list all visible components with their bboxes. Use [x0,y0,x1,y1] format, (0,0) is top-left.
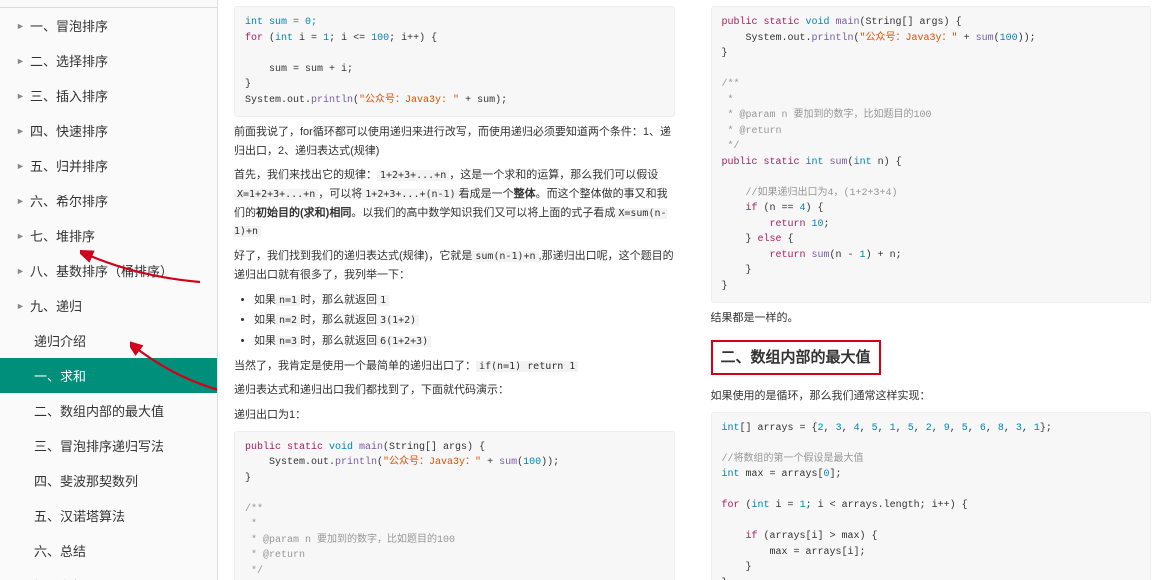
caret-right-icon: ► [16,301,26,311]
caret-right-icon: ► [16,231,26,241]
caret-right-icon: ► [16,266,26,276]
sidebar-item-label: 一、求和 [34,366,86,385]
paragraph: 递归表达式和递归出口我们都找到了，下面就代码演示： [234,381,675,400]
sidebar-subitem-6[interactable]: 六、总结 [0,533,217,568]
sidebar-item-3[interactable]: ► 四、快速排序 [0,113,217,148]
sidebar-item-label: 三、插入排序 [30,86,108,105]
paragraph: 前面我说了，for循环都可以使用递归来进行改写，而使用递归必须要知道两个条件：1… [234,123,675,160]
sidebar-item-label: 五、汉诺塔算法 [34,506,125,525]
content-col-left: int sum = 0; for (int i = 1; i <= 100; i… [226,0,683,580]
sidebar-item-label: 二、选择排序 [30,51,108,70]
bullet-list: 如果n=1时，那么就返回1 如果n=2时，那么就返回3(1+2) 如果n=3时，… [254,291,675,351]
sidebar-item-b0[interactable]: ►十、链表 [0,568,217,580]
sidebar-item-0[interactable]: ► 一、冒泡排序 [0,8,217,43]
sidebar-item-7[interactable]: ► 八、基数排序（桶排序） [0,253,217,288]
sidebar-item-label: 四、快速排序 [30,121,108,140]
code-block: int sum = 0; for (int i = 1; i <= 100; i… [234,6,675,117]
paragraph: 递归出口为1： [234,406,675,425]
sidebar-item-6[interactable]: ► 七、堆排序 [0,218,217,253]
sidebar-item-label: 十、链表 [30,576,82,580]
sidebar-item-label: 二、数组内部的最大值 [34,401,164,420]
code-block: int[] arrays = {2, 3, 4, 5, 1, 5, 2, 9, … [711,412,1152,580]
sidebar-item-label: 九、递归 [30,296,82,315]
code-block: public static void main(String[] args) {… [234,431,675,580]
sidebar-item-label: 六、希尔排序 [30,191,108,210]
code-block: public static void main(String[] args) {… [711,6,1152,303]
paragraph: 好了，我们找到我们的递归表达式(规律)，它就是sum(n-1)+n,那递归出口呢… [234,247,675,284]
content-col-right: public static void main(String[] args) {… [703,0,1160,580]
sidebar-item-5[interactable]: ► 六、希尔排序 [0,183,217,218]
main-content: int sum = 0; for (int i = 1; i <= 100; i… [218,0,1167,580]
sidebar-subitem-3[interactable]: 三、冒泡排序递归写法 [0,428,217,463]
section-heading-highlight: 二、数组内部的最大值 [711,340,881,376]
sidebar-item-label: 七、堆排序 [30,226,95,245]
sidebar-item-label: 六、总结 [34,541,86,560]
sidebar-subitem-4[interactable]: 四、斐波那契数列 [0,463,217,498]
sidebar-nav: ► 一、冒泡排序 ► 二、选择排序 ► 三、插入排序 ► 四、快速排序 ► 五、归并排序 ► 六、希尔… [0,0,218,580]
sidebar-item-4[interactable]: ► 五、归并排序 [0,148,217,183]
caret-right-icon: ► [16,161,26,171]
paragraph: 首先，我们来找出它的规律：1+2+3+...+n，这是一个求和的运算，那么我们可… [234,166,675,241]
caret-right-icon: ► [16,56,26,66]
sidebar-item-1[interactable]: ► 二、选择排序 [0,43,217,78]
caret-right-icon: ► [16,196,26,206]
sidebar-item-label: 三、冒泡排序递归写法 [34,436,164,455]
sidebar-item-label: 五、归并排序 [30,156,108,175]
sidebar-item-label: 八、基数排序（桶排序） [30,261,173,280]
sidebar-item-label: 四、斐波那契数列 [34,471,138,490]
sidebar-subitem-1[interactable]: 一、求和 [0,358,217,393]
sidebar-subitem-2[interactable]: 二、数组内部的最大值 [0,393,217,428]
sidebar-item-label: 一、冒泡排序 [30,16,108,35]
caret-right-icon: ► [16,91,26,101]
caret-right-icon: ► [16,126,26,136]
caret-right-icon: ► [16,21,26,31]
paragraph: 结果都是一样的。 [711,309,1152,328]
sidebar-subitem-0[interactable]: 递归介绍 [0,323,217,358]
sidebar-item-2[interactable]: ► 三、插入排序 [0,78,217,113]
paragraph: 当然了，我肯定是使用一个最简单的递归出口了：if(n=1) return 1 [234,357,675,376]
sidebar-subitem-5[interactable]: 五、汉诺塔算法 [0,498,217,533]
sidebar-divider [0,0,217,8]
paragraph: 如果使用的是循环，那么我们通常这样实现： [711,387,1152,406]
sidebar-item-8[interactable]: ► 九、递归 [0,288,217,323]
sidebar-item-label: 递归介绍 [34,331,86,350]
